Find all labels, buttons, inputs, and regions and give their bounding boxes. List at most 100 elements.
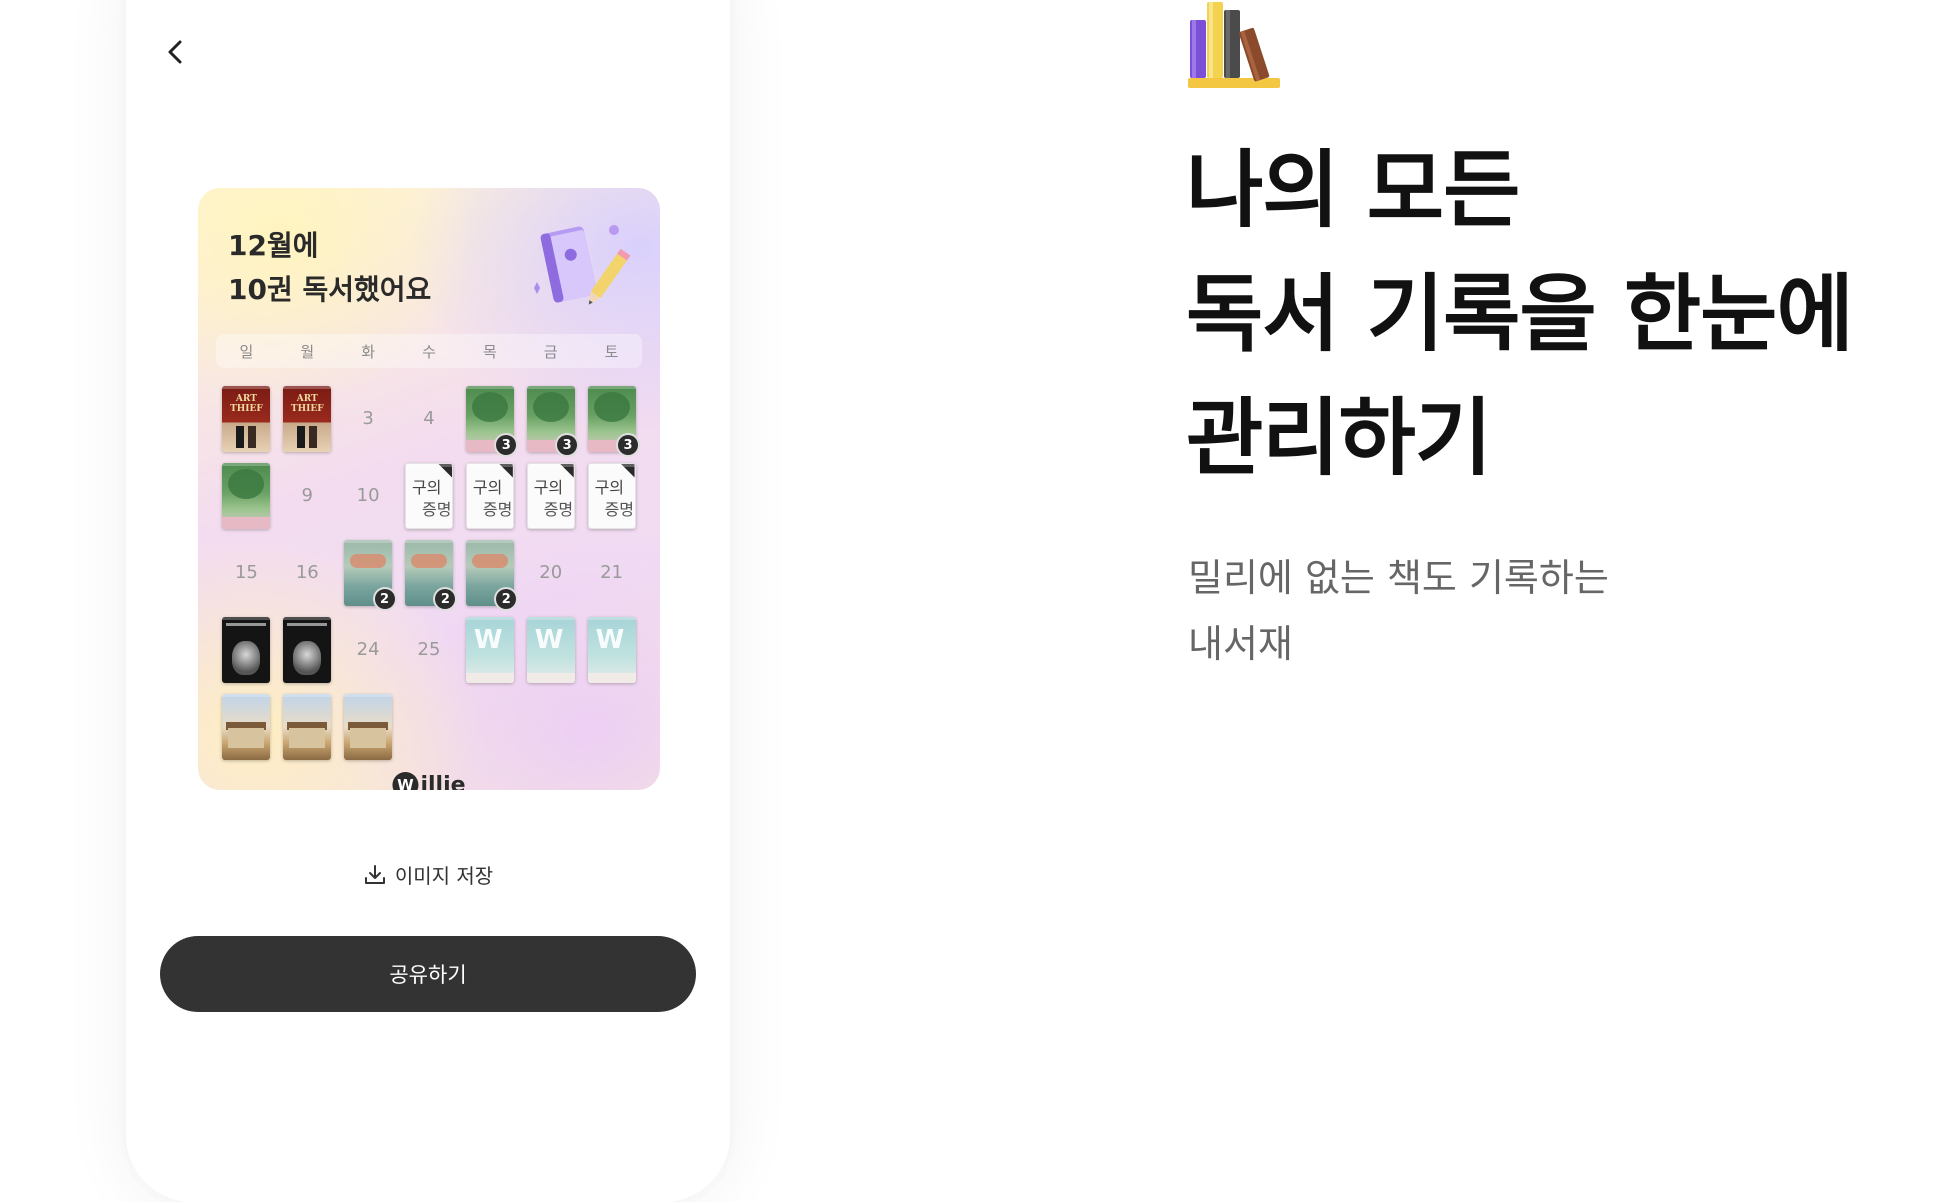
book-count-badge: 2 — [433, 587, 458, 611]
book-cover: 구의 증명 — [404, 462, 453, 529]
monthly-reading-card: 12월에 10권 독서했어요 일 월 화 수 목 금 토 ART THIEF ART THIE… — [198, 188, 660, 790]
calendar-day — [216, 457, 277, 534]
headline-line1: 나의 모든 — [1186, 141, 1520, 239]
calendar-day: 구의 증명 — [581, 457, 642, 534]
calendar-day: 2 — [459, 534, 520, 611]
book-cover: W — [526, 616, 575, 683]
cover-title-part1: 구의 — [594, 477, 625, 497]
chevron-left-icon — [168, 40, 182, 64]
calendar-day: 구의 증명 — [520, 457, 581, 534]
calendar-day — [216, 611, 277, 688]
weekday-label: 금 — [543, 342, 558, 361]
calendar-day: 9 — [277, 457, 338, 534]
weekday-label: 토 — [604, 342, 619, 361]
book-cover: ART THIEF — [222, 385, 271, 452]
download-icon — [364, 864, 385, 884]
calendar-day: ART THIEF — [216, 380, 277, 457]
weekday-label: 수 — [422, 342, 436, 361]
book-count-badge: 2 — [372, 587, 397, 611]
calendar-day: 3 — [338, 380, 399, 457]
day-number: 4 — [423, 408, 435, 429]
card-title: 12월에 10권 독서했어요 — [228, 224, 431, 312]
day-number: 3 — [362, 408, 374, 429]
weekday-label: 월 — [300, 342, 315, 361]
weekday-header: 일월화수목금토 — [216, 334, 642, 368]
calendar-day: W — [581, 611, 642, 688]
subtitle-line2: 내서재 — [1188, 622, 1293, 666]
book-cover — [222, 462, 271, 529]
day-number: 16 — [295, 562, 319, 583]
book-count-badge: 2 — [494, 587, 519, 611]
book-cover: ART THIEF — [283, 385, 332, 452]
day-number: 9 — [301, 485, 313, 506]
book-cover — [344, 693, 393, 760]
day-number: 21 — [600, 562, 624, 583]
calendar-day: 21 — [581, 534, 642, 611]
subtitle-line1: 밀리에 없는 책도 기록하는 — [1188, 556, 1609, 600]
cover-title: ART THIEF — [230, 393, 263, 414]
calendar-day — [216, 688, 277, 765]
cover-title-part1: 구의 — [411, 477, 442, 497]
cover-title-part1: 구의 — [533, 477, 564, 497]
logo-text: illie — [420, 772, 466, 791]
book-cover: 구의 증명 — [587, 462, 636, 529]
book-cover: 구의 증명 — [526, 462, 575, 529]
book-cover — [283, 616, 332, 683]
cover-title-part2: 증명 — [421, 499, 452, 519]
cover-title-part2: 증명 — [543, 499, 574, 519]
book-cover — [222, 693, 271, 760]
back-button[interactable] — [154, 30, 198, 74]
save-image-label: 이미지 저장 — [394, 864, 494, 888]
hero-subtitle: 밀리에 없는 책도 기록하는 내서재 — [1188, 545, 1609, 677]
logo-mark: W — [392, 772, 419, 790]
calendar-day: 3 — [581, 380, 642, 457]
calendar-day: 2 — [399, 534, 460, 611]
book-pencil-illustration — [534, 225, 631, 305]
calendar-day: 4 — [399, 380, 460, 457]
calendar-day: 3 — [520, 380, 581, 457]
weekday-label: 목 — [482, 342, 497, 361]
cover-title-part2: 증명 — [604, 499, 635, 519]
book-cover — [222, 616, 271, 683]
book-cover — [283, 693, 332, 760]
day-number: 20 — [539, 562, 563, 583]
hero-headline: 나의 모든 독서 기록을 한눈에 관리하기 — [1186, 128, 1854, 500]
book-count-badge: 3 — [494, 433, 519, 457]
phone-mockup: 12월에 10권 독서했어요 일 월 화 수 목 금 토 ART THIEF ART THIE… — [126, 0, 730, 1202]
cover-title: ART THIEF — [290, 393, 324, 414]
calendar-day: 구의 증명 — [459, 457, 520, 534]
save-image-button[interactable]: 이미지 저장 — [126, 860, 730, 889]
calendar-day — [277, 611, 338, 688]
calendar-day: 구의 증명 — [399, 457, 460, 534]
calendar-day: W — [459, 611, 520, 688]
headline-line3: 관리하기 — [1186, 389, 1492, 487]
headline-line2: 독서 기록을 한눈에 — [1186, 265, 1854, 363]
calendar-grid: ART THIEF ART THIEF 3 4 3 3 3 9 10 구의 증명 구의 증명 구의 증명 구의… — [216, 380, 642, 765]
calendar-day: 16 — [277, 534, 338, 611]
day-number: 25 — [417, 639, 441, 660]
day-number: 10 — [356, 485, 380, 506]
calendar-day: 2 — [338, 534, 399, 611]
day-number: 24 — [356, 639, 380, 660]
card-title-line1: 12월에 — [228, 229, 319, 262]
calendar-day: 3 — [459, 380, 520, 457]
weekday-label: 화 — [361, 342, 376, 361]
card-title-line2: 10권 독서했어요 — [228, 273, 432, 306]
share-button[interactable]: 공유하기 — [160, 936, 696, 1012]
calendar-day: ART THIEF — [277, 380, 338, 457]
calendar-day: W — [520, 611, 581, 688]
millie-logo: W illie — [392, 772, 466, 791]
book-cover: W — [587, 616, 636, 683]
calendar-day: 10 — [338, 457, 399, 534]
calendar-day — [277, 688, 338, 765]
books-icon — [1188, 2, 1280, 88]
calendar-day: 25 — [399, 611, 460, 688]
calendar-day — [338, 688, 399, 765]
calendar-day: 15 — [216, 534, 277, 611]
weekday-label: 일 — [239, 342, 254, 361]
calendar-day: 20 — [520, 534, 581, 611]
book-cover: 구의 증명 — [465, 462, 514, 529]
book-cover: W — [465, 616, 514, 683]
cover-title-part1: 구의 — [472, 477, 503, 497]
day-number: 15 — [234, 562, 258, 583]
